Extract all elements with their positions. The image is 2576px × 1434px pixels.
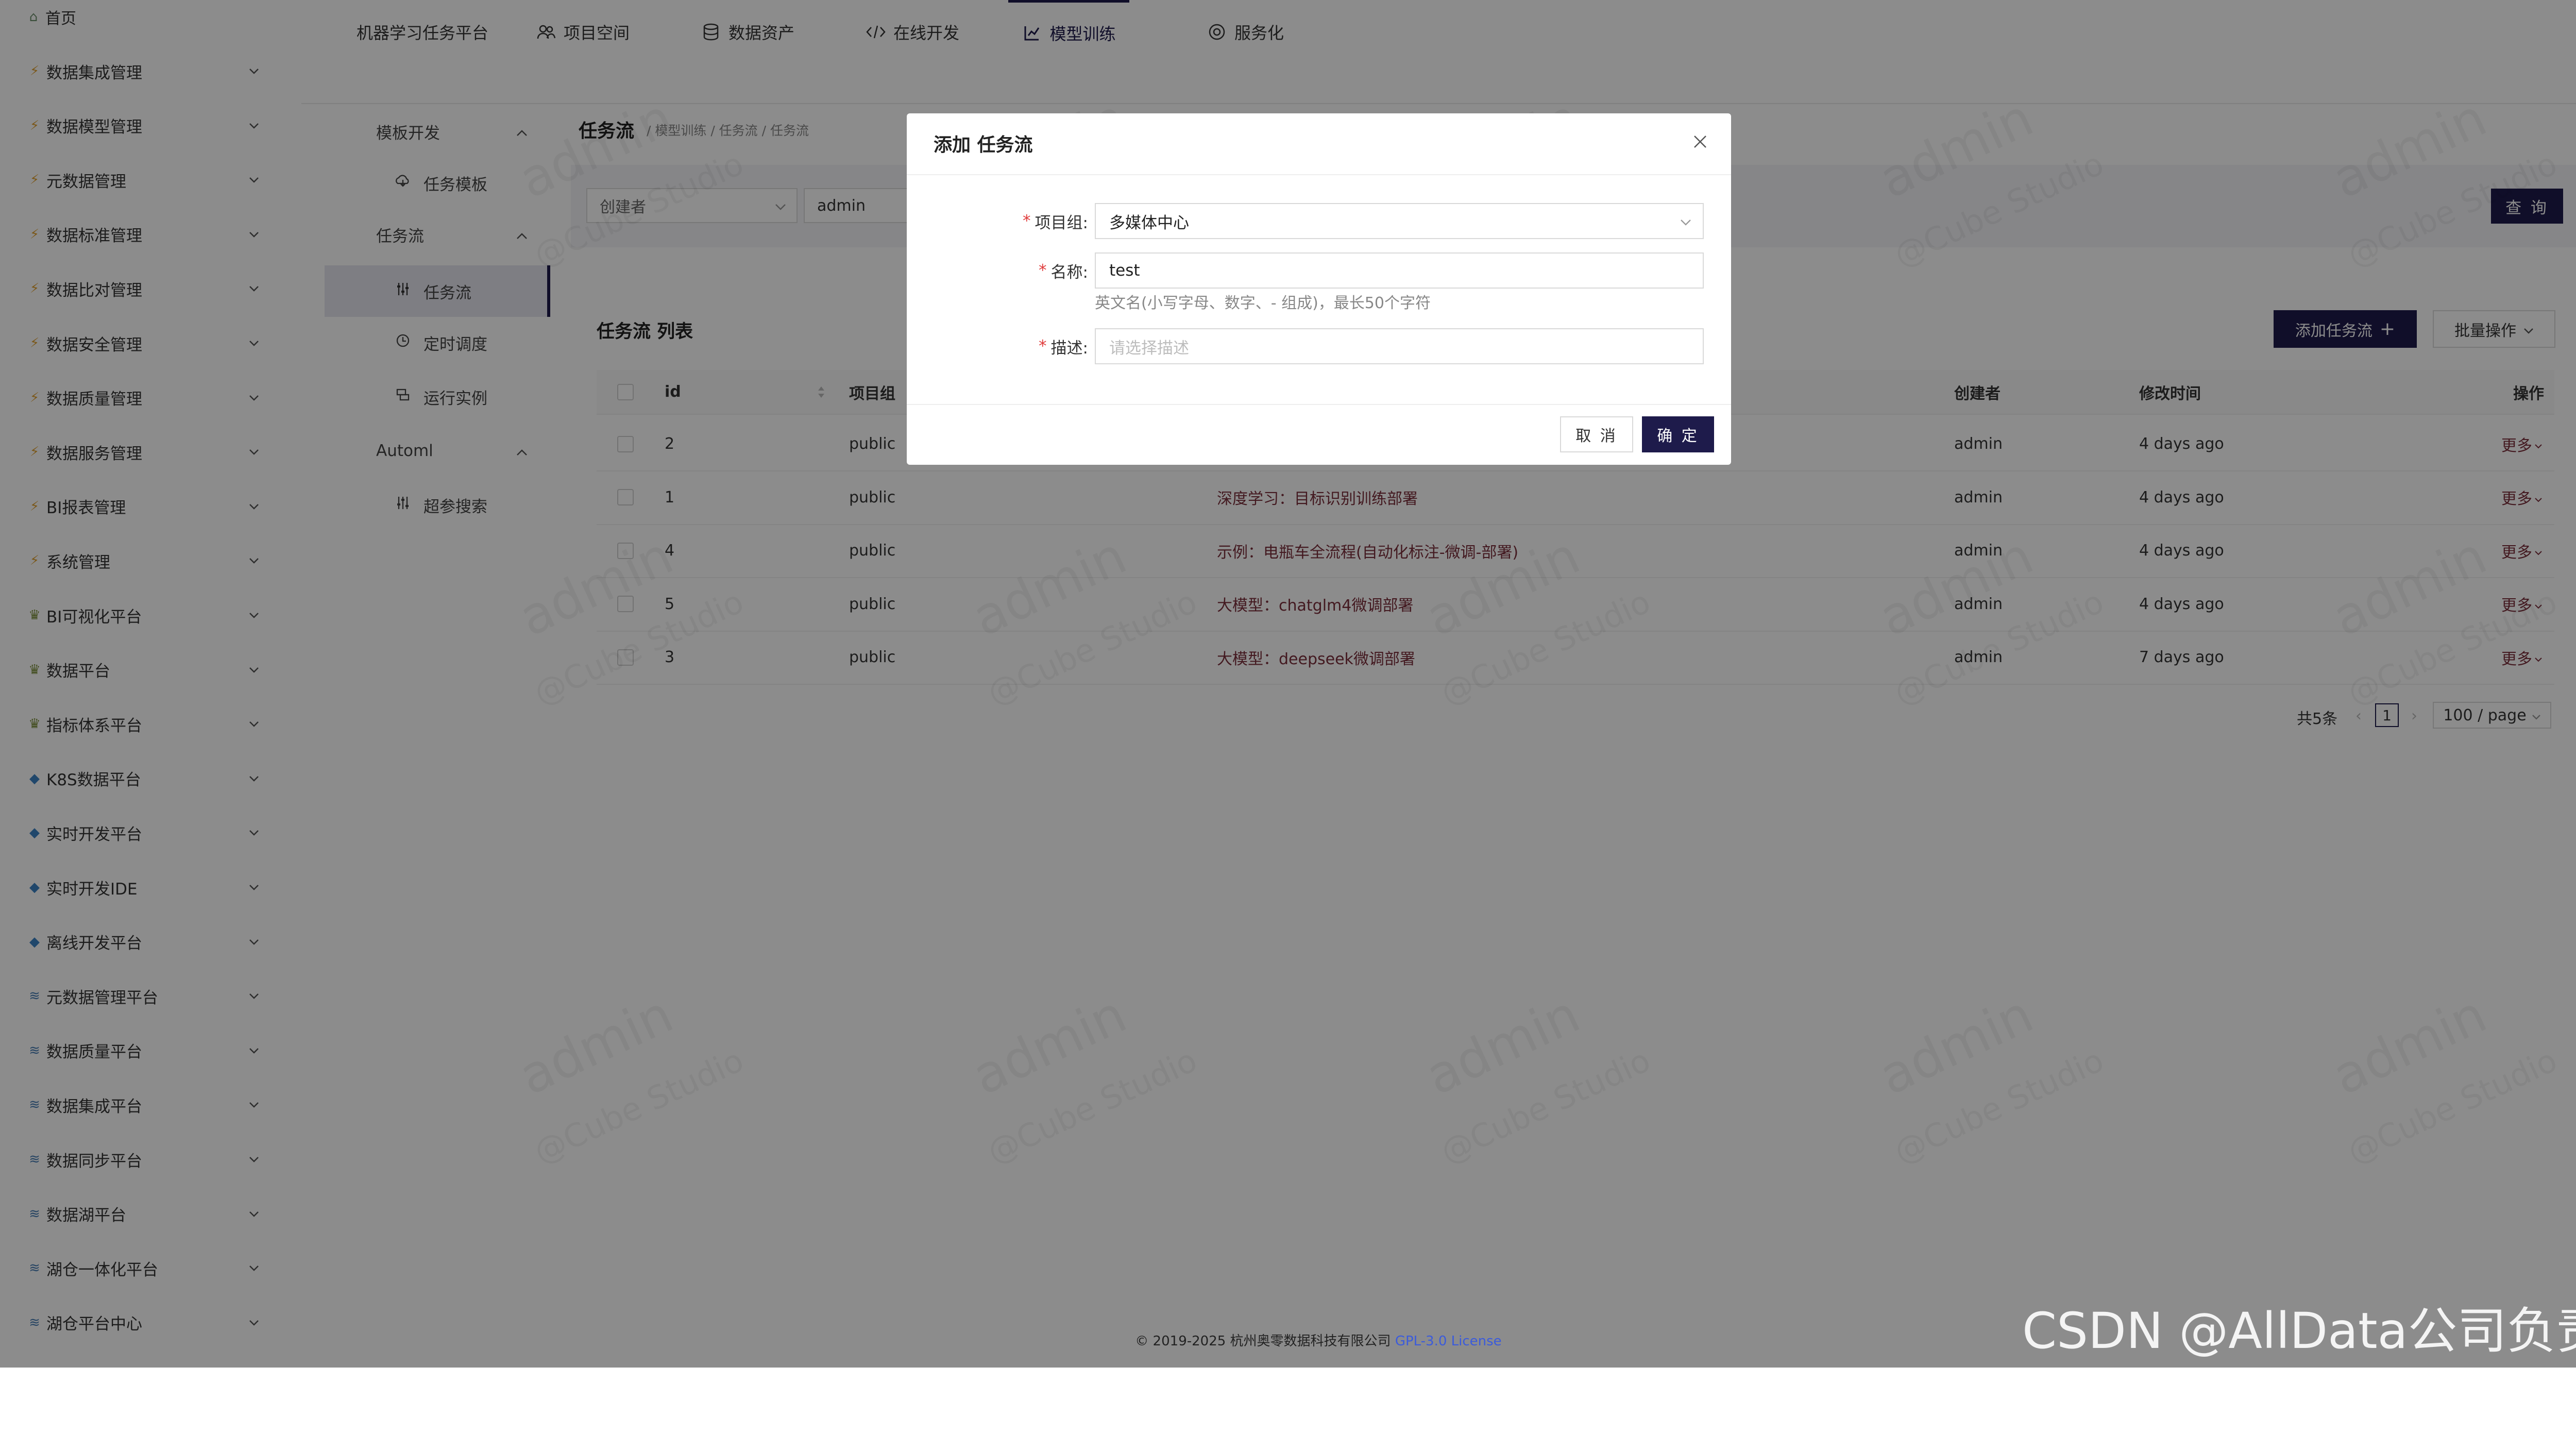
- project-group-label: * 项目组:: [979, 203, 1088, 239]
- close-icon[interactable]: [1687, 129, 1713, 155]
- required-mark-icon: *: [1023, 212, 1031, 230]
- confirm-button[interactable]: 确 定: [1642, 416, 1714, 452]
- csdn-watermark: CSDN @AllData公司负责人: [2022, 1302, 2576, 1431]
- name-input-value: test: [1109, 261, 1140, 280]
- required-mark-icon: *: [1039, 261, 1047, 280]
- cancel-button[interactable]: 取 消: [1560, 416, 1633, 452]
- name-label-text: 名称:: [1050, 263, 1088, 282]
- desc-placeholder: 请选择描述: [1109, 339, 1189, 358]
- footer-copyright: © 2019-2025 杭州奥零数据科技有限公司: [1135, 1334, 1391, 1349]
- project-group-label-text: 项目组:: [1035, 213, 1088, 232]
- dialog-title: 添加 任务流: [934, 134, 1033, 156]
- footer-license-link[interactable]: GPL-3.0 License: [1395, 1334, 1502, 1349]
- desc-input[interactable]: 请选择描述: [1095, 328, 1704, 364]
- required-mark-icon: *: [1039, 337, 1047, 356]
- name-label: * 名称:: [979, 252, 1088, 289]
- name-hint: 英文名(小写字母、数字、- 组成)，最长50个字符: [1095, 294, 1431, 312]
- add-task-flow-dialog: [907, 113, 1731, 465]
- desc-label: * 描述:: [979, 328, 1088, 364]
- dialog-header-divider: [907, 174, 1731, 175]
- project-group-select[interactable]: 多媒体中心: [1095, 203, 1704, 239]
- desc-label-text: 描述:: [1050, 339, 1088, 358]
- chevron-down-icon: [1680, 212, 1691, 230]
- project-group-value: 多媒体中心: [1109, 213, 1189, 232]
- dialog-footer-divider: [907, 404, 1731, 405]
- name-input[interactable]: test: [1095, 252, 1704, 289]
